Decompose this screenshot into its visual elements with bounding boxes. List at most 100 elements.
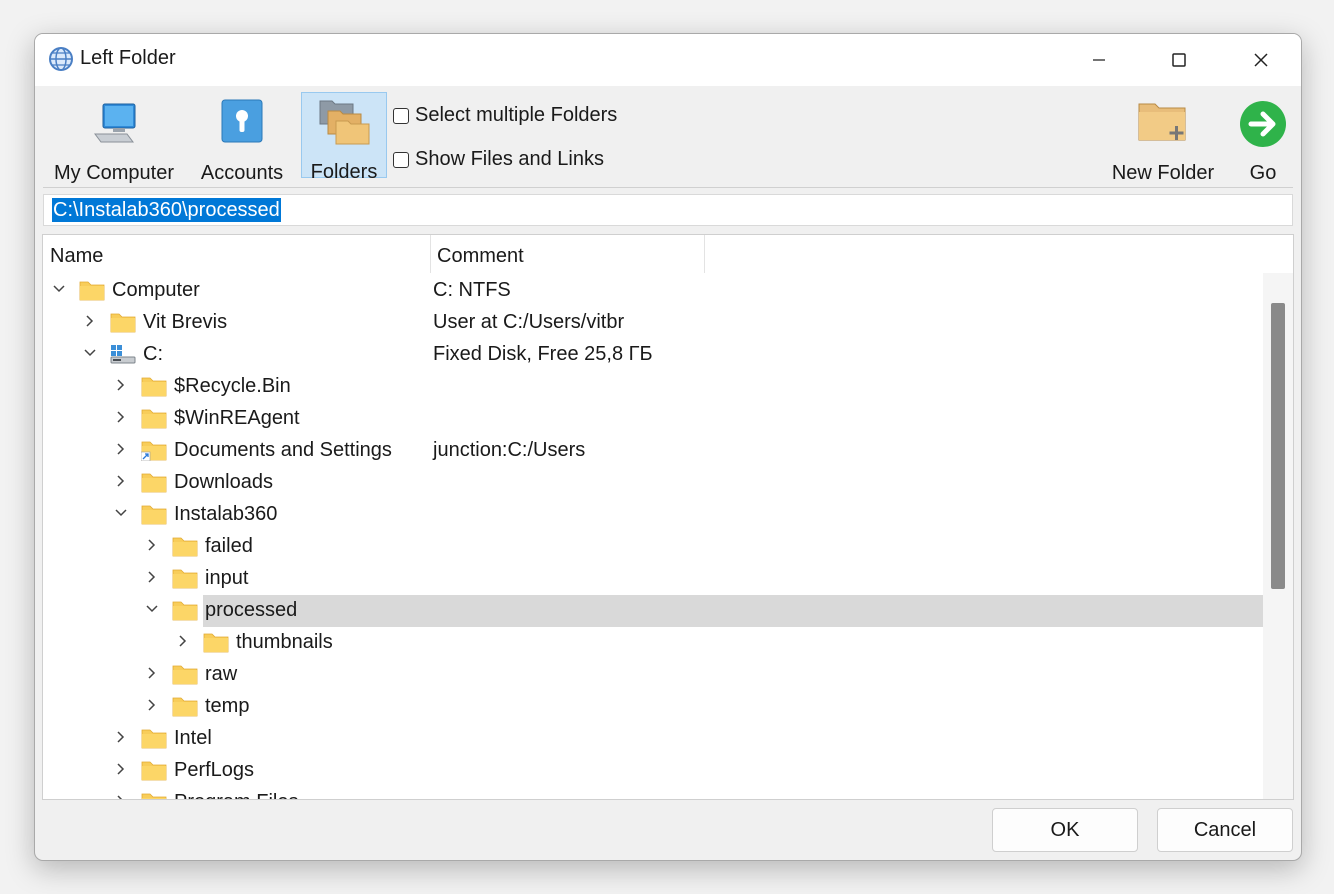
go-label: Go <box>1249 162 1277 184</box>
show-files-option[interactable]: Show Files and Links <box>393 148 604 171</box>
folder-icon <box>172 697 198 717</box>
close-button[interactable] <box>1221 34 1301 86</box>
chevron-down-icon[interactable] <box>144 601 160 617</box>
tree-item-label: C: <box>143 343 163 365</box>
chevron-right-icon[interactable] <box>144 697 160 713</box>
folder-icon <box>141 761 167 781</box>
chevron-down-icon[interactable] <box>51 281 67 297</box>
toolbar: My Computer Accounts Folders Select mult… <box>35 86 1301 186</box>
maximize-button[interactable] <box>1139 34 1219 86</box>
tree-row[interactable]: Vit Brevis User at C:/Users/vitbr <box>43 307 1263 339</box>
tree-item-label: thumbnails <box>236 631 333 653</box>
tree-item-comment: junction:C:/Users <box>433 439 586 461</box>
new-folder-icon <box>1138 103 1186 141</box>
chevron-right-icon[interactable] <box>113 793 129 800</box>
scrollbar-thumb[interactable] <box>1271 303 1285 589</box>
chevron-right-icon[interactable] <box>113 377 129 393</box>
chevron-right-icon[interactable] <box>113 729 129 745</box>
path-value: C:\Instalab360\processed <box>52 198 281 222</box>
show-files-label: Show Files and Links <box>415 148 604 170</box>
tree-row[interactable]: Downloads <box>43 467 1263 499</box>
minimize-button[interactable] <box>1059 34 1139 86</box>
tree-row[interactable]: Computer C: NTFS <box>43 275 1263 307</box>
drive-icon <box>110 345 136 364</box>
vertical-scrollbar[interactable] <box>1263 273 1293 799</box>
window-title: Left Folder <box>80 47 176 69</box>
tree-item-label: Program Files <box>174 791 298 799</box>
tree-item-label: $Recycle.Bin <box>174 375 291 397</box>
select-multiple-checkbox[interactable] <box>393 107 409 124</box>
tree-item-label: Vit Brevis <box>143 311 228 333</box>
folder-icon <box>141 473 167 493</box>
column-header-comment[interactable]: Comment <box>437 235 524 271</box>
folder-icon <box>141 409 167 429</box>
tree-item-label: raw <box>205 663 238 685</box>
chevron-right-icon[interactable] <box>175 633 191 649</box>
cancel-button[interactable]: Cancel <box>1157 808 1293 852</box>
chevron-down-icon[interactable] <box>113 505 129 521</box>
ok-button[interactable]: OK <box>992 808 1138 852</box>
tree-row[interactable]: raw <box>43 659 1263 691</box>
accounts-label: Accounts <box>200 162 284 184</box>
column-header-name[interactable]: Name <box>50 235 103 271</box>
tree-item-comment: C: NTFS <box>433 279 511 301</box>
show-files-checkbox[interactable] <box>393 151 409 168</box>
tree-item-comment: Fixed Disk, Free 25,8 ГБ <box>433 343 653 365</box>
tree-item-label: Downloads <box>174 471 273 493</box>
new-folder-label: New Folder <box>1111 162 1215 184</box>
column-divider[interactable] <box>704 235 705 273</box>
chevron-right-icon[interactable] <box>113 409 129 425</box>
folders-icon <box>319 100 370 145</box>
minimize-icon <box>1093 59 1105 61</box>
new-folder-button[interactable]: New Folder <box>1103 92 1223 184</box>
chevron-right-icon[interactable] <box>144 665 160 681</box>
tree-row[interactable]: PerfLogs <box>43 755 1263 787</box>
tree-item-label: input <box>205 567 249 589</box>
folder-icon <box>172 537 198 557</box>
tree-row[interactable]: processed <box>43 595 1263 627</box>
tree-item-label: Computer <box>112 279 200 301</box>
folder-shortcut-icon <box>141 441 167 461</box>
maximize-icon <box>1172 53 1186 67</box>
chevron-right-icon[interactable] <box>82 313 98 329</box>
tree-row[interactable]: $WinREAgent <box>43 403 1263 435</box>
chevron-right-icon[interactable] <box>113 441 129 457</box>
chevron-down-icon[interactable] <box>82 345 98 361</box>
chevron-right-icon[interactable] <box>144 569 160 585</box>
chevron-right-icon[interactable] <box>113 473 129 489</box>
select-multiple-label: Select multiple Folders <box>415 104 618 126</box>
tree-row[interactable]: Program Files <box>43 787 1263 800</box>
tree-row[interactable]: Documents and Settings junction:C:/Users <box>43 435 1263 467</box>
toolbar-divider <box>43 187 1293 188</box>
selection-highlight <box>203 595 1263 627</box>
folder-icon <box>79 281 105 301</box>
select-multiple-folders-option[interactable]: Select multiple Folders <box>393 104 617 127</box>
tree-row[interactable]: C: Fixed Disk, Free 25,8 ГБ <box>43 339 1263 371</box>
tree-row[interactable]: Instalab360 <box>43 499 1263 531</box>
folders-button[interactable]: Folders <box>301 92 387 183</box>
tree-row[interactable]: failed <box>43 531 1263 563</box>
folder-icon <box>141 729 167 749</box>
keyhole-icon <box>221 99 263 143</box>
tree-row[interactable]: temp <box>43 691 1263 723</box>
tree-row[interactable]: thumbnails <box>43 627 1263 659</box>
folder-icon <box>141 505 167 525</box>
folder-icon <box>172 569 198 589</box>
tree-row[interactable]: input <box>43 563 1263 595</box>
folder-icon <box>172 665 198 685</box>
chevron-right-icon[interactable] <box>113 761 129 777</box>
path-input[interactable]: C:\Instalab360\processed <box>43 194 1293 226</box>
folder-icon <box>172 601 198 621</box>
tree-item-comment: User at C:/Users/vitbr <box>433 311 625 333</box>
go-button[interactable]: Go <box>1235 92 1291 184</box>
chevron-right-icon[interactable] <box>144 537 160 553</box>
my-computer-button[interactable]: My Computer <box>45 92 183 184</box>
column-divider[interactable] <box>430 235 431 273</box>
my-computer-label: My Computer <box>53 162 175 184</box>
folder-icon <box>141 377 167 397</box>
tree-row[interactable]: $Recycle.Bin <box>43 371 1263 403</box>
accounts-button[interactable]: Accounts <box>195 92 289 184</box>
computer-icon <box>94 103 136 143</box>
tree-row[interactable]: Intel <box>43 723 1263 755</box>
folders-label: Folders <box>310 161 378 183</box>
